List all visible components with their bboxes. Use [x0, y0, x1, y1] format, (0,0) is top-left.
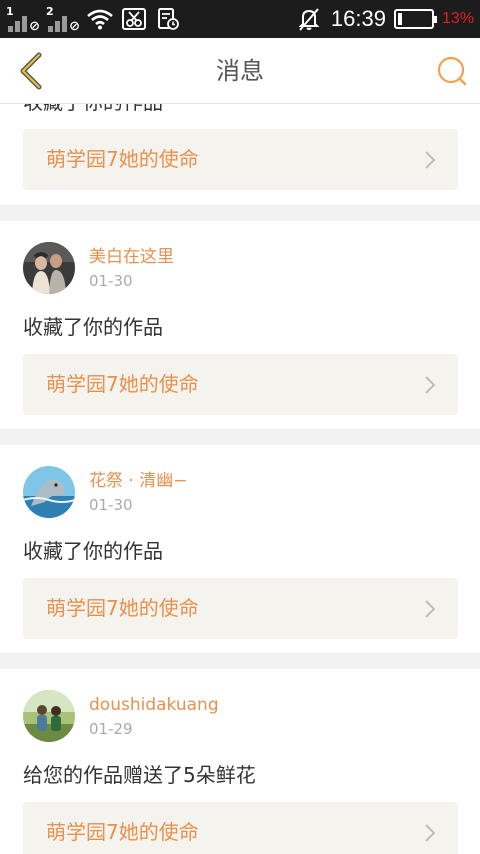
- chevron-right-icon: [425, 600, 436, 618]
- notification-list[interactable]: 收藏了你的作品 萌学园7她的使命 美白在这里 01-30 收藏了你的作品 萌学园…: [0, 104, 480, 854]
- work-title: 萌学园7她的使命: [46, 372, 199, 396]
- page-title: 消息: [216, 57, 264, 85]
- username: 花祭 · 清幽−: [89, 470, 188, 491]
- notification-user[interactable]: 花祭 · 清幽− 01-30: [23, 466, 187, 518]
- sim1-signal-icon: 1 ⊘: [6, 5, 40, 34]
- search-icon: [437, 56, 467, 86]
- chevron-right-icon: [425, 824, 436, 842]
- notification-user[interactable]: 美白在这里 01-30: [23, 242, 174, 294]
- work-link[interactable]: 萌学园7她的使命: [23, 354, 458, 415]
- avatar[interactable]: [23, 466, 75, 518]
- top-nav-bar: 消息: [0, 38, 480, 104]
- notifications-muted-icon: [295, 6, 323, 32]
- clock: 16:39: [330, 6, 386, 31]
- status-bar: 1 ⊘ 2 ⊘ 16:39 13%: [0, 0, 480, 38]
- avatar[interactable]: [23, 242, 75, 294]
- notification-card: doushidakuang 01-29 给您的作品赠送了5朵鲜花 萌学园7她的使…: [0, 669, 480, 854]
- work-title: 萌学园7她的使命: [46, 147, 199, 171]
- wifi-icon: [86, 6, 114, 32]
- search-button[interactable]: [434, 52, 470, 90]
- notification-action: 收藏了你的作品: [23, 539, 163, 563]
- chevron-left-icon: [20, 52, 42, 90]
- notification-action: 收藏了你的作品: [23, 315, 163, 339]
- username: doushidakuang: [89, 694, 219, 715]
- screenshot-scissors-icon: [120, 6, 148, 32]
- battery-percent: 13%: [441, 10, 474, 27]
- back-button[interactable]: [10, 50, 50, 92]
- avatar[interactable]: [23, 690, 75, 742]
- notification-card: 收藏了你的作品 萌学园7她的使命: [0, 104, 480, 205]
- work-link[interactable]: 萌学园7她的使命: [23, 802, 458, 854]
- work-link[interactable]: 萌学园7她的使命: [23, 578, 458, 639]
- work-title: 萌学园7她的使命: [46, 820, 199, 844]
- work-title: 萌学园7她的使命: [46, 596, 199, 620]
- battery-icon: [393, 9, 437, 29]
- username: 美白在这里: [89, 246, 174, 267]
- chevron-right-icon: [425, 376, 436, 394]
- sim1-label: 1: [6, 5, 14, 18]
- notification-date: 01-30: [89, 495, 133, 514]
- notification-action: 给您的作品赠送了5朵鲜花: [23, 763, 256, 787]
- sim2-signal-icon: 2 ⊘: [46, 5, 80, 34]
- notification-date: 01-29: [89, 719, 133, 738]
- notification-card: 美白在这里 01-30 收藏了你的作品 萌学园7她的使命: [0, 221, 480, 429]
- chevron-right-icon: [425, 151, 436, 169]
- clipboard-clock-icon: [154, 6, 182, 32]
- work-link[interactable]: 萌学园7她的使命: [23, 129, 458, 190]
- notification-date: 01-30: [89, 271, 133, 290]
- sim2-label: 2: [46, 5, 54, 18]
- notification-action: 收藏了你的作品: [23, 104, 163, 115]
- notification-card: 花祭 · 清幽− 01-30 收藏了你的作品 萌学园7她的使命: [0, 445, 480, 653]
- notification-user[interactable]: doushidakuang 01-29: [23, 690, 219, 742]
